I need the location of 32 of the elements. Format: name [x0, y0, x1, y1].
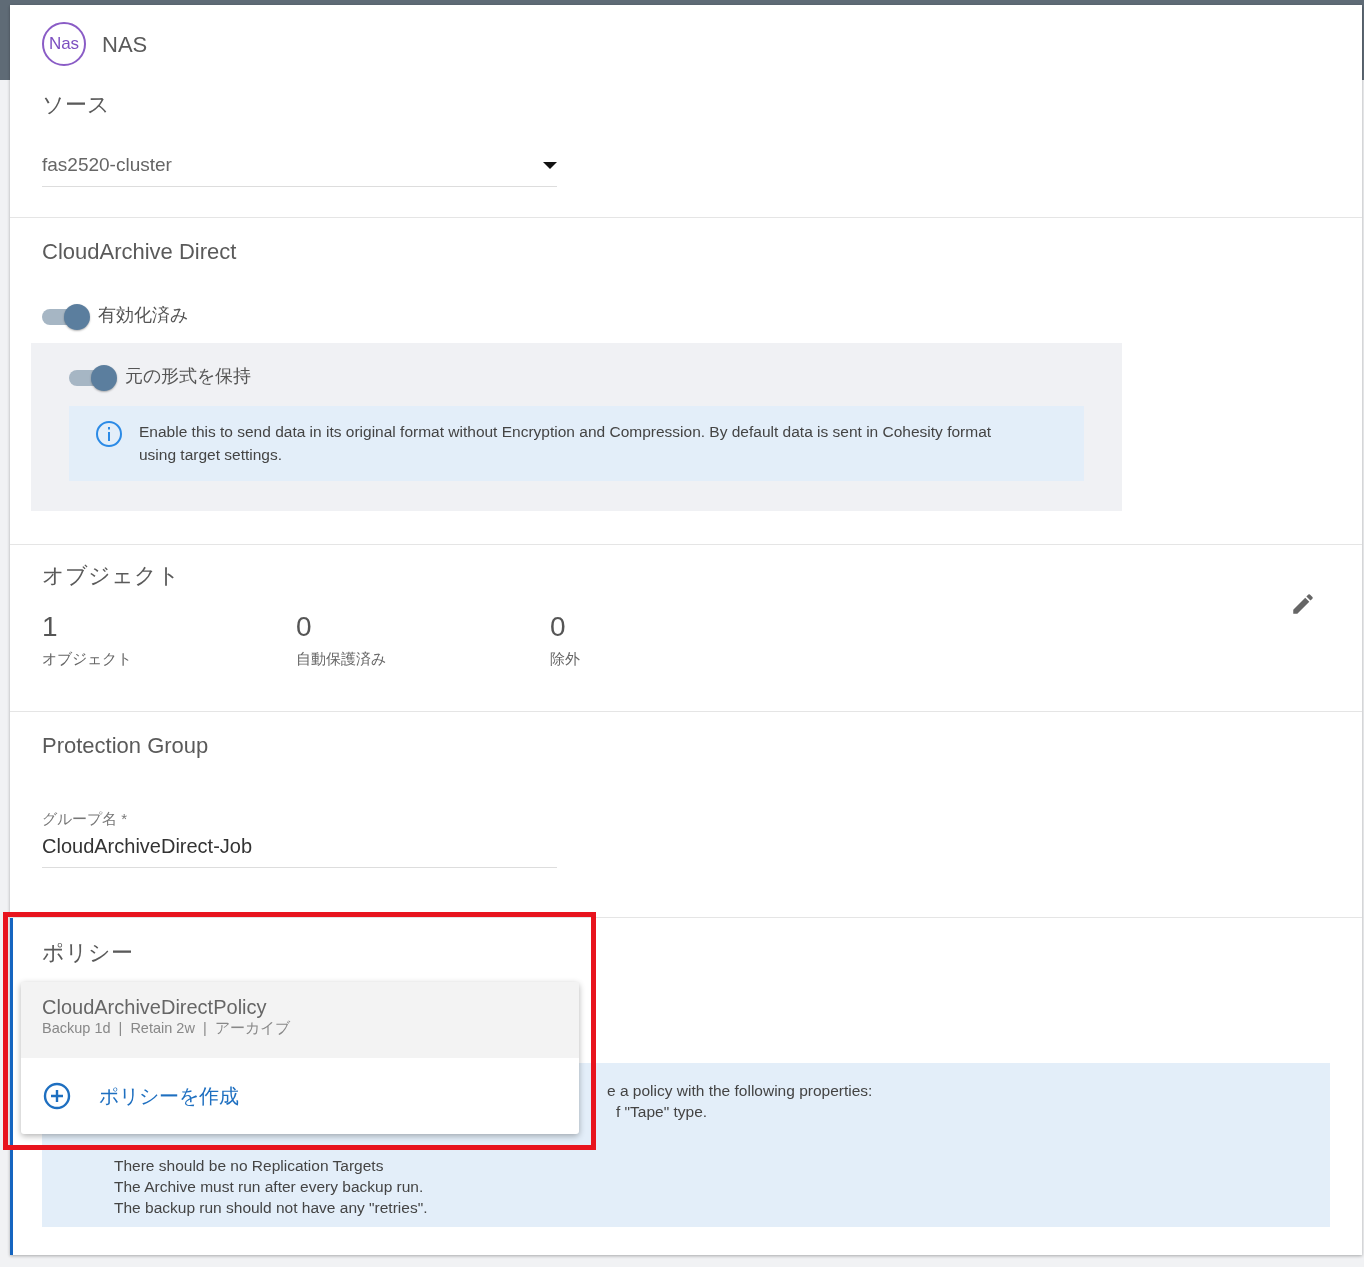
caret-icon [543, 161, 557, 169]
info-text: There should be no Replication Targets [114, 1156, 385, 1176]
source-dropdown[interactable]: fas2520-cluster [42, 151, 557, 187]
stat-value: 0 [296, 610, 313, 644]
add-icon [43, 1081, 71, 1110]
info-text: Enable this to send data in its original format without Encryption and Compression. By default data is sent in Cohesity format using target settings. [139, 422, 993, 466]
section-heading: ポリシー [42, 939, 133, 967]
source-badge: Nas [42, 22, 86, 66]
section-heading: CloudArchive Direct [42, 238, 238, 266]
section-heading: Protection Group [42, 732, 210, 760]
stat-label: 除外 [550, 649, 581, 669]
input-field[interactable]: CloudArchiveDirect-Job [42, 831, 557, 868]
stat-value: 1 [42, 610, 59, 644]
info-text: e a policy with the following properties: [607, 1081, 873, 1101]
info-icon [95, 420, 123, 448]
stat-label: 自動保護済み [296, 649, 387, 669]
toggle-label: 有効化済み [98, 304, 188, 327]
toggle-label: 元の形式を保持 [125, 365, 251, 388]
edit-icon[interactable] [1290, 591, 1316, 617]
toggle-switch[interactable] [42, 302, 90, 329]
section-heading: ソース [42, 91, 111, 119]
create-policy-item[interactable]: ポリシーを作成 [21, 1057, 579, 1134]
info-text: The Archive must run after every backup run. [114, 1177, 425, 1197]
info-text: The backup run should not have any "retries". [114, 1198, 428, 1218]
source-title: NAS [102, 30, 148, 59]
field-label: グループ名 * [42, 809, 127, 829]
section-heading: オブジェクト [42, 562, 181, 590]
info-text: f "Tape" type. [616, 1102, 709, 1122]
policy-option[interactable]: CloudArchiveDirectPolicy Backup 1d | Retain 2w | アーカイブ [21, 982, 579, 1058]
toggle-switch[interactable] [69, 363, 117, 390]
stat-value: 0 [550, 610, 567, 644]
stat-label: オブジェクト [42, 649, 133, 669]
